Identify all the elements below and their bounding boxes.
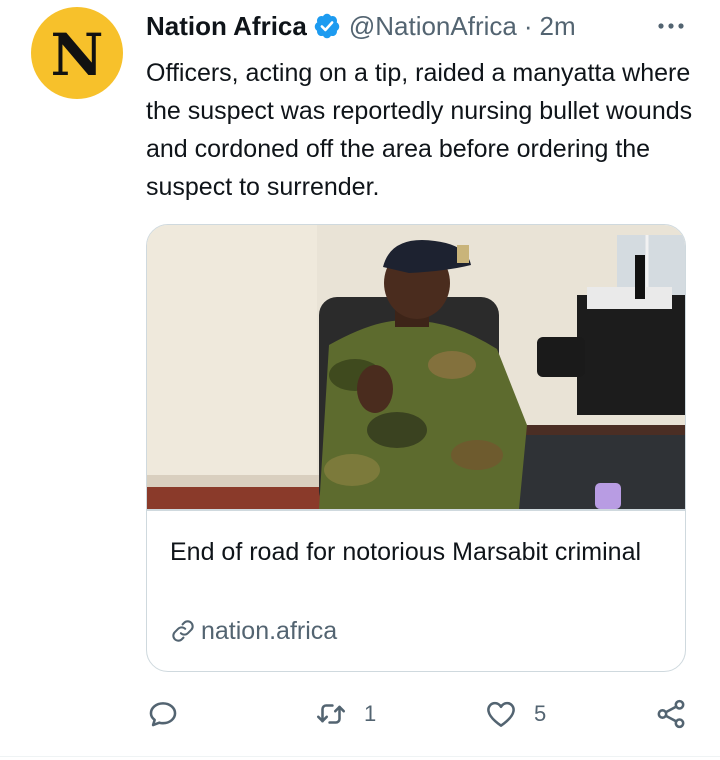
bottom-divider (0, 756, 720, 757)
card-domain-text: nation.africa (201, 616, 338, 645)
avatar[interactable]: N (31, 7, 123, 99)
link-icon (172, 620, 194, 642)
author-handle[interactable]: @NationAfrica (349, 11, 517, 42)
author-name[interactable]: Nation Africa (146, 11, 307, 42)
verified-badge-icon (314, 13, 340, 39)
reply-icon[interactable] (146, 697, 180, 731)
card-image[interactable] (147, 225, 686, 509)
like-action[interactable]: 5 (484, 694, 546, 734)
avatar-letter: N (50, 21, 104, 89)
retweet-action[interactable]: 1 (314, 694, 376, 734)
share-icon[interactable] (654, 697, 688, 731)
header-separator: · (523, 10, 533, 41)
card-title[interactable]: End of road for notorious Marsabit crimi… (170, 533, 660, 571)
link-card[interactable]: End of road for notorious Marsabit crimi… (146, 224, 686, 672)
tweet-header: Nation Africa @NationAfrica · 2m (146, 9, 576, 43)
like-count: 5 (534, 701, 547, 726)
reply-action[interactable] (146, 694, 196, 734)
more-icon[interactable] (654, 14, 688, 38)
retweet-icon[interactable] (314, 697, 348, 731)
like-icon[interactable] (484, 697, 518, 731)
share-action[interactable] (654, 694, 688, 734)
card-domain[interactable]: nation.africa (170, 615, 337, 647)
card-divider (147, 509, 685, 511)
timestamp[interactable]: 2m (540, 11, 576, 42)
retweet-count: 1 (364, 701, 377, 726)
tweet-text: Officers, acting on a tip, raided a many… (146, 59, 693, 201)
